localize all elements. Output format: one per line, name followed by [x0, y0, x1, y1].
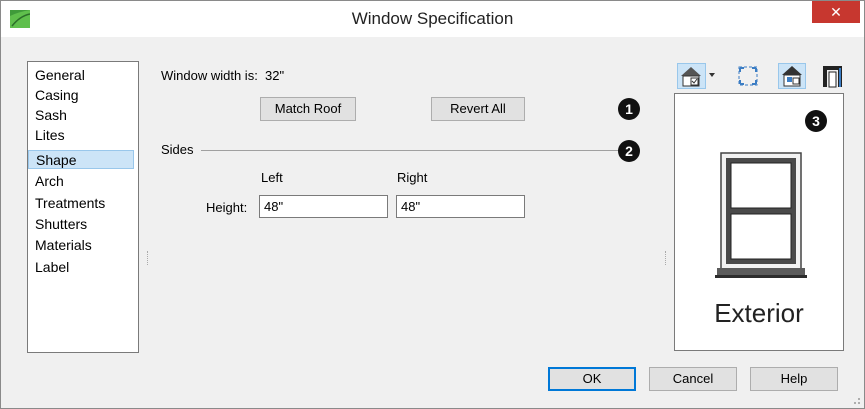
callout-3: 3 — [805, 110, 827, 132]
close-button[interactable]: ✕ — [812, 1, 860, 23]
sidebar-item-treatments[interactable]: Treatments — [28, 194, 134, 213]
left-column-label: Left — [261, 170, 283, 185]
sidebar-item-shutters[interactable]: Shutters — [28, 215, 134, 234]
sidebar-item-sash[interactable]: Sash — [28, 106, 134, 125]
sidebar-item-general[interactable]: General — [28, 66, 134, 85]
window-specification-dialog: Window Specification ✕ General Casing Sa… — [0, 0, 865, 409]
close-icon: ✕ — [830, 4, 842, 20]
sides-divider — [201, 150, 619, 151]
callout-1: 1 — [618, 98, 640, 120]
sides-section-label: Sides — [161, 142, 194, 157]
fill-window-icon[interactable] — [734, 63, 762, 89]
sidebar-item-materials[interactable]: Materials — [28, 236, 134, 255]
help-button[interactable]: Help — [750, 367, 838, 391]
view-angle-icon[interactable] — [677, 63, 719, 89]
show-casing-icon[interactable] — [820, 63, 846, 89]
splitter-grip-right[interactable] — [665, 251, 668, 265]
height-label: Height: — [206, 200, 248, 215]
revert-all-button[interactable]: Revert All — [431, 97, 525, 121]
title-bar: Window Specification ✕ — [1, 1, 864, 37]
match-roof-button[interactable]: Match Roof — [260, 97, 356, 121]
window-width-label: Window width is: — [161, 68, 258, 83]
resize-grip-icon[interactable] — [849, 393, 861, 405]
sidebar-item-shape[interactable]: Shape — [28, 150, 134, 169]
preview-panel: 3 Exterior — [674, 93, 844, 351]
ok-button[interactable]: OK — [548, 367, 636, 391]
splitter-grip-left[interactable] — [147, 251, 150, 265]
window-exterior-preview — [715, 152, 807, 278]
window-width-value: 32" — [265, 68, 285, 83]
cancel-button[interactable]: Cancel — [649, 367, 737, 391]
sidebar-item-label[interactable]: Label — [28, 258, 134, 277]
color-toggle-icon[interactable] — [778, 63, 806, 89]
preview-caption: Exterior — [714, 298, 804, 328]
height-left-field[interactable]: 48" — [259, 195, 388, 218]
callout-2: 2 — [618, 140, 640, 162]
height-right-field[interactable]: 48" — [396, 195, 525, 218]
right-column-label: Right — [397, 170, 428, 185]
sidebar-item-lites[interactable]: Lites — [28, 126, 134, 145]
sidebar-item-arch[interactable]: Arch — [28, 172, 134, 191]
sidebar-item-casing[interactable]: Casing — [28, 86, 134, 105]
category-list[interactable]: General Casing Sash Lites Shape Arch Tre… — [27, 61, 139, 353]
dialog-title: Window Specification — [351, 9, 514, 28]
